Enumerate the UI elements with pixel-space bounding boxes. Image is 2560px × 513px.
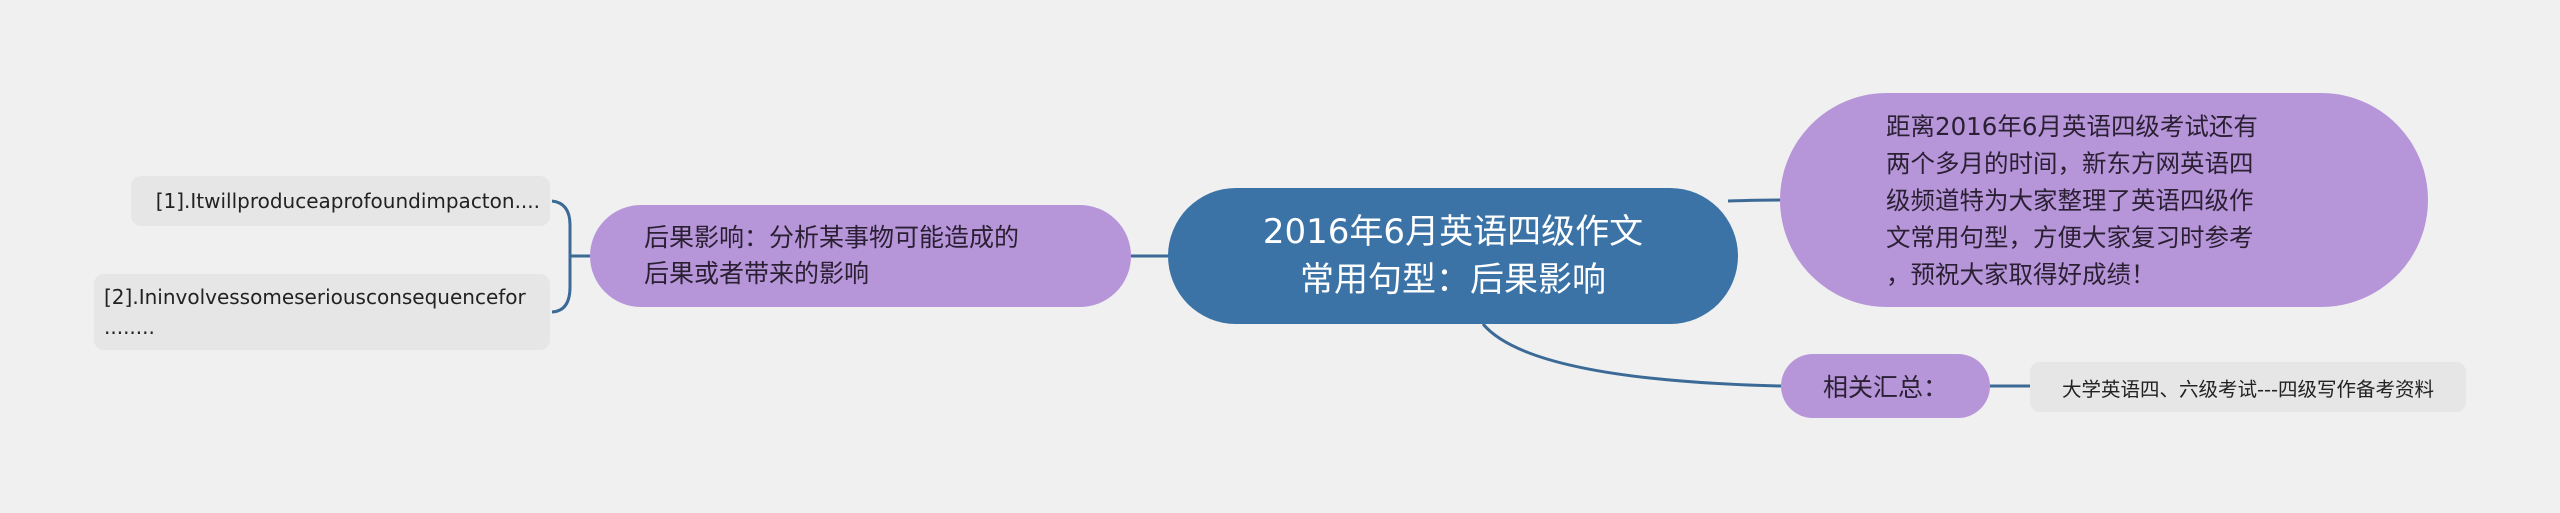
topic-text-intro: 距离2016年6月英语四级考试还有 两个多月的时间，新东方网英语四 级频道特为大… (1886, 111, 2258, 289)
central-topic-node[interactable]: 2016年6月英语四级作文 常用句型：后果影响 (1168, 188, 1738, 324)
leaf-node-sentence-1[interactable]: [1].Itwillproduceaprofoundimpacton.... (131, 176, 550, 226)
leaf-text-sentence-2: [2].Ininvolvessomeseriousconsequencefor … (104, 285, 526, 339)
leaf-text-sentence-1: [1].Itwillproduceaprofoundimpacton.... (155, 189, 540, 213)
topic-node-consequence[interactable]: 后果影响：分析某事物可能造成的 后果或者带来的影响 (590, 205, 1131, 307)
leaf-node-sentence-2[interactable]: [2].Ininvolvessomeseriousconsequencefor … (94, 274, 550, 350)
bracket-connector-left-leaves (551, 199, 572, 314)
connector-center-to-summary (1481, 323, 1782, 388)
leaf-node-resource-link[interactable]: 大学英语四、六级考试---四级写作备考资料 (2030, 362, 2466, 412)
central-topic-text: 2016年6月英语四级作文 常用句型：后果影响 (1262, 212, 1644, 300)
connector-center-to-intro (1727, 198, 1781, 203)
topic-text-consequence: 后果影响：分析某事物可能造成的 后果或者带来的影响 (644, 223, 1020, 288)
leaf-text-resource-link: 大学英语四、六级考试---四级写作备考资料 (2061, 377, 2435, 401)
topic-node-summary[interactable]: 相关汇总： (1781, 354, 1990, 418)
topic-node-intro[interactable]: 距离2016年6月英语四级考试还有 两个多月的时间，新东方网英语四 级频道特为大… (1780, 93, 2428, 307)
topic-text-summary: 相关汇总： (1822, 373, 1948, 402)
